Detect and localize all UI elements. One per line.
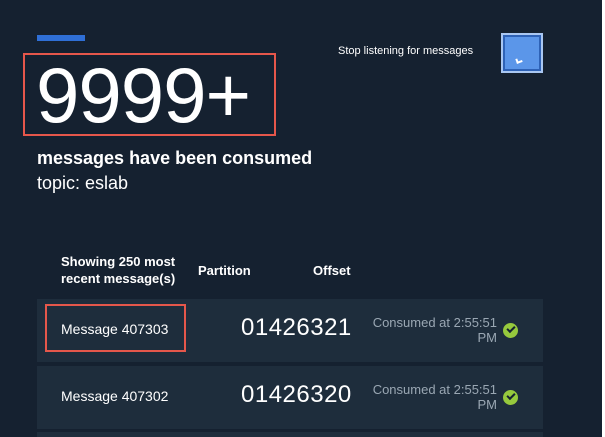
message-status: Consumed at 2:55:51 PM [372, 315, 497, 345]
toggle-handle-icon [515, 57, 523, 64]
message-row[interactable]: Message 407302 01426320 Consumed at 2:55… [37, 366, 543, 429]
message-count-highlight [23, 53, 276, 136]
message-name[interactable]: Message 407302 [61, 388, 168, 404]
accent-bar [37, 35, 85, 41]
checkmark-circle-icon [503, 323, 518, 338]
message-row-highlight [45, 304, 186, 352]
message-row-partial [37, 432, 543, 437]
stop-listening-label: Stop listening for messages [338, 45, 474, 57]
message-offset: 01426320 [241, 381, 352, 408]
messages-column-header: Showing 250 most recent message(s) [61, 254, 176, 286]
checkmark-circle-icon [503, 390, 518, 405]
partition-column-header: Partition [198, 263, 251, 278]
offset-column-header: Offset [313, 263, 351, 278]
message-status: Consumed at 2:55:51 PM [372, 382, 497, 412]
topic-label: topic: eslab [37, 173, 129, 193]
consumed-label: messages have been consumed [37, 148, 313, 168]
stop-listening-toggle[interactable] [501, 33, 543, 73]
message-offset: 01426321 [241, 314, 352, 341]
